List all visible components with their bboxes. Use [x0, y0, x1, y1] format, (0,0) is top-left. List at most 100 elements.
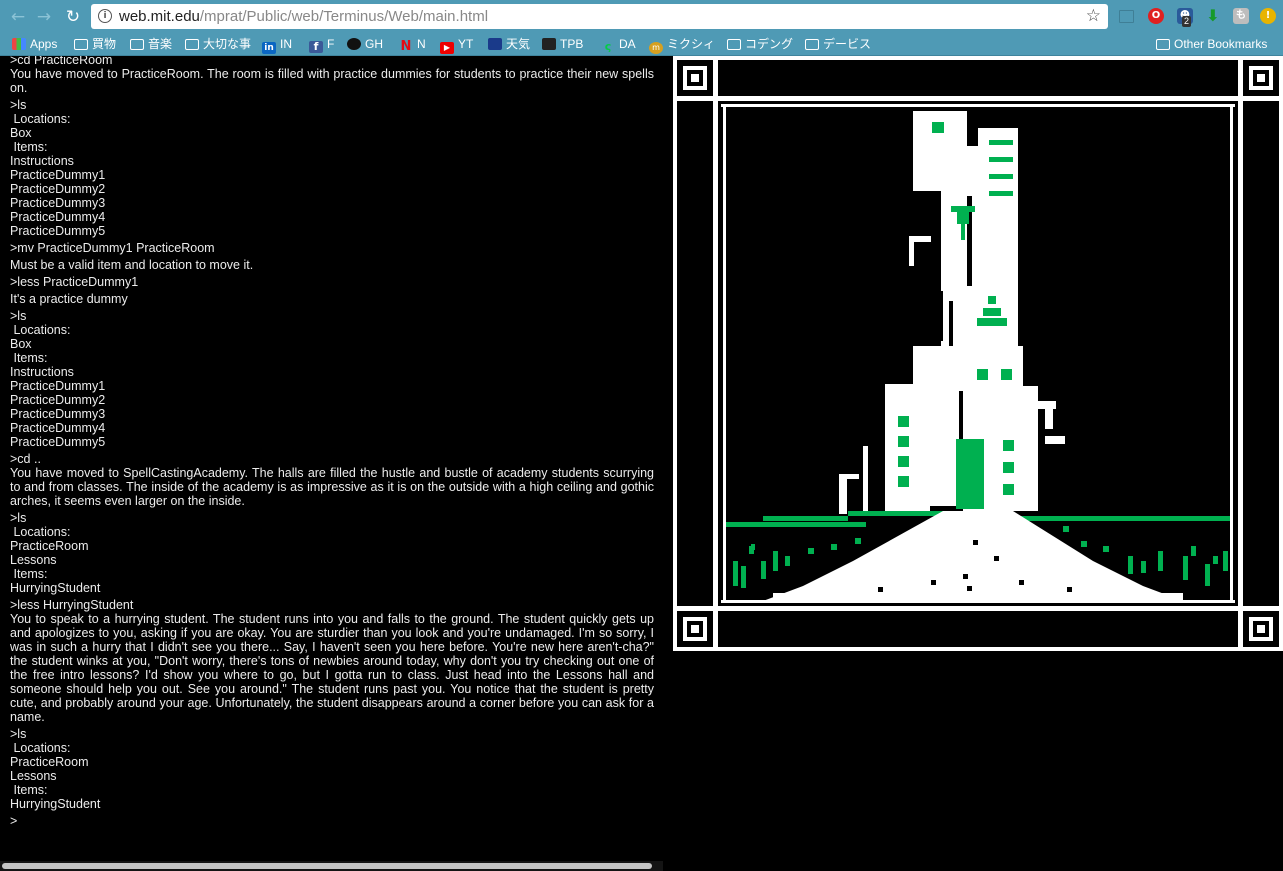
download-icon[interactable]: ⬇ — [1205, 8, 1221, 24]
terminal-output-line: Locations: — [10, 741, 71, 755]
terminal-output-line: PracticeDummy2 — [10, 393, 106, 407]
bookmark-facebook[interactable]: fF — [309, 36, 335, 53]
folder-icon — [1156, 39, 1170, 50]
terminal-output-line: PracticeDummy5 — [10, 435, 106, 449]
bookmark-github[interactable]: GH — [347, 36, 383, 52]
bookmark-folder-davis[interactable]: デービス — [805, 36, 871, 52]
bookmark-label: コデング — [745, 37, 794, 51]
url-host: web.mit.edu — [119, 8, 200, 25]
bookmark-label: F — [327, 37, 335, 51]
bookmark-folder-music[interactable]: 音楽 — [130, 36, 172, 52]
terminal-output-line: PracticeDummy5 — [10, 224, 106, 238]
weather-channel-icon — [488, 38, 502, 50]
terminal-command-line: >ls — [10, 727, 27, 741]
netflix-icon: N — [400, 39, 412, 54]
terminal-output-line: You to speak to a hurrying student. The … — [10, 612, 658, 724]
terminal-command-line: >cd PracticeRoom — [10, 56, 113, 67]
mixi-icon: m — [649, 42, 663, 54]
terminal-output-line: You have moved to SpellCastingAcademy. T… — [10, 466, 658, 508]
terminal-output-line: Items: — [10, 351, 48, 365]
bookmark-label: N — [417, 37, 426, 51]
bookmark-label: 音楽 — [148, 37, 173, 51]
other-bookmarks-label: Other Bookmarks — [1174, 37, 1268, 51]
browser-toolbar: ← → ↻ i web.mit.edu/mprat/Public/web/Ter… — [0, 0, 1283, 33]
terminal-command-line: >less HurryingStudent — [10, 598, 134, 612]
bookmark-label: 大切な事 — [203, 37, 252, 51]
reload-icon[interactable]: ↻ — [62, 6, 84, 28]
terminal-output-line: Locations: — [10, 112, 71, 126]
academy-tower-illustration — [673, 56, 1283, 651]
terminal-command-line: >cd .. — [10, 452, 41, 466]
terminal-output-line: HurryingStudent — [10, 797, 101, 811]
bookmark-label: IN — [280, 37, 292, 51]
terminal-command-line: Must be a valid item and location to mov… — [10, 258, 254, 272]
apps-grid-icon — [12, 38, 26, 50]
tpb-icon — [542, 38, 556, 50]
scrollbar-thumb[interactable] — [2, 863, 652, 869]
deviantart-icon: ς — [604, 40, 612, 53]
terminal-output-line: Items: — [10, 567, 48, 581]
terminal-output-line: Items: — [10, 140, 48, 154]
terminal-output-line: PracticeDummy4 — [10, 421, 106, 435]
terminal-output-line: Box — [10, 126, 32, 140]
folder-icon — [727, 39, 741, 50]
bookmark-deviantart[interactable]: ς DA — [601, 36, 636, 53]
bookmark-folder-important[interactable]: 大切な事 — [185, 36, 251, 52]
terminal-text: >cd PracticeRoom You have moved to Practi… — [10, 56, 654, 828]
bookmark-label: 天気 — [506, 37, 531, 51]
bookmarks-bar: Apps 買物 音楽 大切な事 in IN fF GH NN ▶ YT 天気 TPB… — [0, 33, 1283, 56]
bookmark-label: 買物 — [92, 37, 117, 51]
terminal-output-line: PracticeDummy3 — [10, 407, 106, 421]
info-icon[interactable]: i — [98, 9, 112, 23]
bookmark-label: TPB — [560, 37, 584, 51]
terminal-output-line: PracticeDummy2 — [10, 182, 106, 196]
terminal-output[interactable]: >cd PracticeRoom You have moved to Practi… — [0, 56, 663, 861]
bookmark-tpb[interactable]: TPB — [542, 36, 583, 52]
bookmark-folder-coding[interactable]: コデング — [727, 36, 793, 52]
opera-icon[interactable]: O — [1148, 8, 1164, 24]
cast-icon[interactable] — [1119, 10, 1134, 23]
terminal-output-line: Locations: — [10, 323, 71, 337]
horizontal-scrollbar[interactable] — [0, 861, 663, 871]
bookmark-label: GH — [365, 37, 383, 51]
tower-art-svg — [673, 56, 1283, 651]
terminal-command-line: It's a practice dummy — [10, 292, 128, 306]
folder-icon — [805, 39, 819, 50]
terminal-output-line: Lessons — [10, 769, 57, 783]
bookmark-netflix[interactable]: NN — [399, 36, 426, 54]
back-arrow-icon[interactable]: ← — [7, 6, 29, 28]
url-path: /mprat/Public/web/Terminus/Web/main.html — [199, 8, 489, 25]
url-text[interactable]: web.mit.edu/mprat/Public/web/Terminus/We… — [119, 8, 488, 25]
terminal-output-line: PracticeRoom — [10, 755, 89, 769]
address-bar[interactable]: i web.mit.edu/mprat/Public/web/Terminus/… — [91, 4, 1108, 29]
terminal-command-line: > — [10, 814, 18, 828]
bookmark-youtube[interactable]: ▶ YT — [440, 36, 474, 54]
bookmark-mixi[interactable]: m ミクシィ — [649, 36, 716, 54]
extension-gray-icon[interactable]: も — [1233, 8, 1249, 24]
other-bookmarks[interactable]: Other Bookmarks — [1156, 36, 1267, 52]
terminal-output-line: PracticeDummy4 — [10, 210, 106, 224]
terminal-command-line: >mv PracticeDummy1 PracticeRoom — [10, 241, 215, 255]
forward-arrow-icon[interactable]: → — [33, 6, 55, 28]
bookmark-folder-shopping[interactable]: 買物 — [74, 36, 116, 52]
warning-icon[interactable]: ! — [1260, 8, 1276, 24]
linkedin-icon: in — [262, 42, 276, 54]
bookmark-label: YT — [458, 37, 474, 51]
terminal-output-line: Items: — [10, 783, 48, 797]
terminal-command-line: >ls — [10, 98, 27, 112]
terminal-output-line: PracticeRoom — [10, 539, 89, 553]
bookmark-label: DA — [619, 37, 636, 51]
terminal-output-line: Box — [10, 337, 32, 351]
terminal-output-line: You have moved to PracticeRoom. The room… — [10, 67, 658, 95]
bookmark-weather[interactable]: 天気 — [488, 36, 530, 52]
terminal-output-line: Lessons — [10, 553, 57, 567]
bookmark-label: ミクシィ — [667, 37, 716, 51]
star-icon[interactable]: ☆ — [1086, 6, 1101, 26]
folder-icon — [74, 39, 88, 50]
terminal-output-line: Instructions — [10, 365, 74, 379]
terminal-output-line: Instructions — [10, 154, 74, 168]
bookmark-linkedin[interactable]: in IN — [262, 36, 292, 54]
terminal-command-line: >ls — [10, 309, 27, 323]
terminal-output-line: Locations: — [10, 525, 71, 539]
bookmark-apps[interactable]: Apps — [12, 36, 57, 52]
